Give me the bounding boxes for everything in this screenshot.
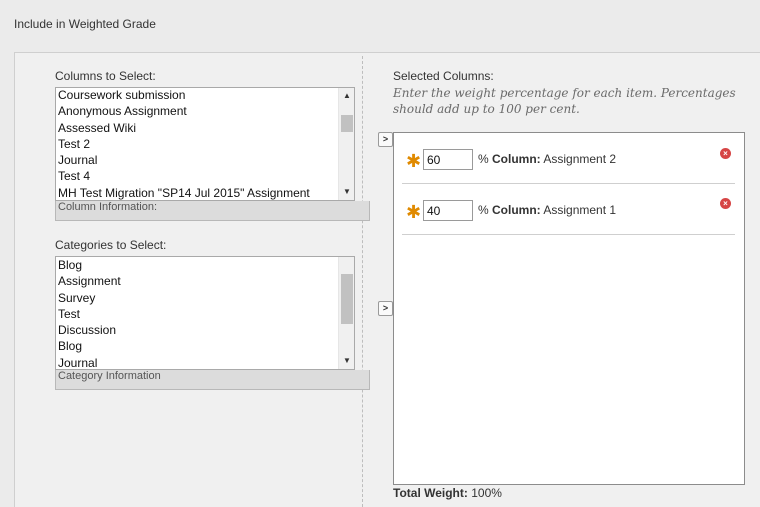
category-information-bar: Category Information	[55, 370, 370, 390]
column-prefix: Column:	[492, 152, 541, 166]
percent-sign: %	[478, 152, 493, 166]
scroll-up-icon[interactable]: ▲	[339, 88, 354, 104]
row-label: % Column: Assignment 1	[478, 203, 616, 217]
list-item[interactable]: Journal	[58, 355, 337, 369]
chevron-right-icon: >	[382, 134, 389, 144]
list-item[interactable]: Coursework submission	[58, 88, 337, 103]
remove-icon[interactable]: ×	[720, 148, 731, 159]
selected-columns-box: ✱ % Column: Assignment 2 × ✱ % Column: A…	[393, 132, 745, 485]
column-information-bar: Column Information:	[55, 201, 370, 221]
weight-input[interactable]	[423, 149, 473, 170]
weight-instructions: Enter the weight percentage for each ite…	[393, 86, 736, 116]
list-item[interactable]: Survey	[58, 290, 337, 306]
selected-row: ✱ % Column: Assignment 1 ×	[402, 184, 735, 235]
move-category-button[interactable]: >	[378, 301, 393, 316]
columns-to-select-label: Columns to Select:	[55, 69, 156, 83]
list-item[interactable]: Test 4	[58, 168, 337, 184]
weight-input[interactable]	[423, 200, 473, 221]
total-weight-label: Total Weight:	[393, 486, 468, 500]
move-column-button[interactable]: >	[378, 132, 393, 147]
column-prefix: Column:	[492, 203, 541, 217]
panel-divider	[362, 56, 363, 507]
asterisk-icon: ✱	[406, 151, 422, 171]
columns-listbox[interactable]: Coursework submission Anonymous Assignme…	[55, 87, 355, 201]
list-item[interactable]: Assignment	[58, 273, 337, 289]
list-item[interactable]: Test 2	[58, 136, 337, 152]
list-item[interactable]: Blog	[58, 257, 337, 273]
scroll-thumb[interactable]	[341, 115, 353, 132]
percent-sign: %	[478, 203, 493, 217]
list-item[interactable]: Test	[58, 306, 337, 322]
list-item[interactable]: Journal	[58, 152, 337, 168]
scroll-up-icon[interactable]	[339, 257, 354, 273]
list-item[interactable]: Discussion	[58, 322, 337, 338]
total-weight: Total Weight: 100%	[393, 486, 502, 500]
categories-to-select-label: Categories to Select:	[55, 238, 167, 252]
include-weighted-grade-label: Include in Weighted Grade	[14, 17, 156, 31]
selected-columns-label: Selected Columns:	[393, 69, 494, 83]
column-name: Assignment 2	[540, 152, 617, 166]
chevron-right-icon: >	[382, 303, 389, 313]
categories-listbox[interactable]: Blog Assignment Survey Test Discussion B…	[55, 256, 355, 370]
list-item[interactable]: Blog	[58, 338, 337, 354]
selected-row: ✱ % Column: Assignment 2 ×	[402, 133, 735, 184]
remove-icon[interactable]: ×	[720, 198, 731, 209]
scroll-down-icon[interactable]: ▼	[339, 184, 354, 200]
list-item[interactable]: Assessed Wiki	[58, 120, 337, 136]
column-name: Assignment 1	[540, 203, 617, 217]
asterisk-icon: ✱	[406, 202, 422, 222]
list-item[interactable]: Anonymous Assignment	[58, 103, 337, 119]
columns-scrollbar[interactable]: ▲ ▼	[338, 88, 354, 200]
list-item[interactable]: MH Test Migration "SP14 Jul 2015" Assign…	[58, 185, 337, 200]
categories-scrollbar[interactable]: ▼	[338, 257, 354, 369]
scroll-down-icon[interactable]: ▼	[339, 353, 354, 369]
row-label: % Column: Assignment 2	[478, 152, 616, 166]
total-weight-value: 100%	[467, 486, 502, 500]
scroll-thumb[interactable]	[341, 274, 353, 324]
